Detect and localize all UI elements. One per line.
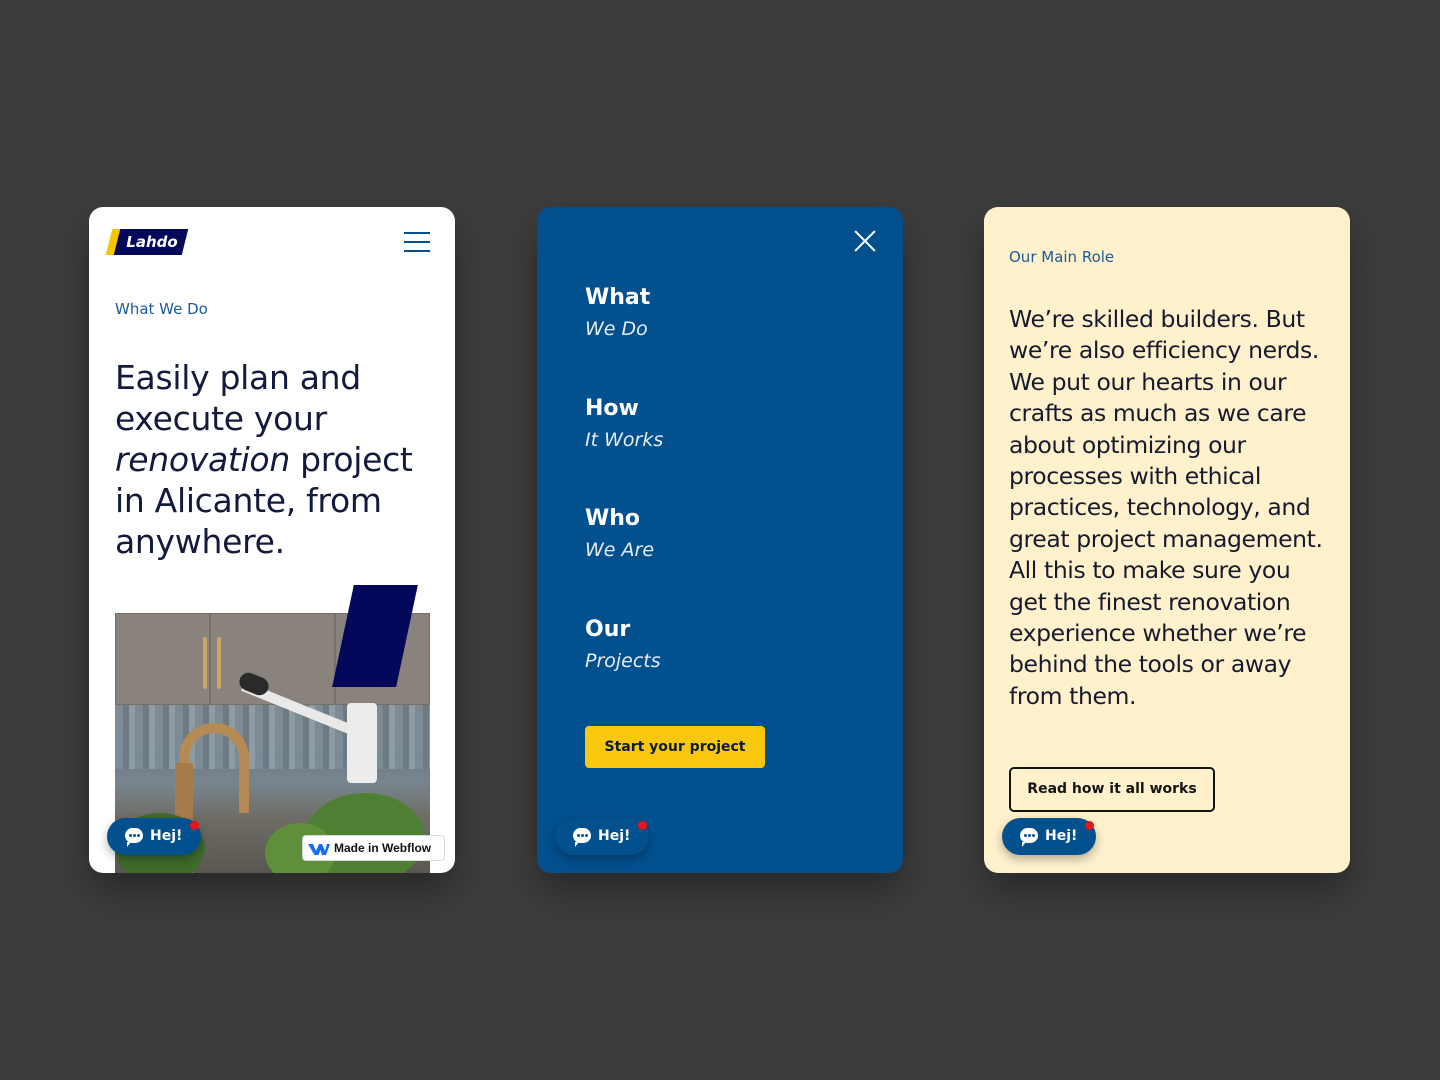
nav-item-main: What — [585, 285, 651, 310]
tile-backsplash — [115, 705, 430, 769]
cabinet-handle — [203, 637, 207, 689]
headline-part-1: Easily plan and execute your — [115, 358, 361, 438]
chat-launcher-button[interactable]: Hej! — [1002, 818, 1096, 855]
webflow-badge-label: Made in Webflow — [334, 841, 432, 855]
headline-emphasis: renovation — [115, 440, 290, 479]
cabinet-door — [115, 613, 210, 705]
lahdo-logo[interactable]: Lahdo — [105, 229, 189, 255]
chat-label: Hej! — [1045, 828, 1078, 844]
hamburger-line — [404, 250, 430, 252]
nav-item-main: Who — [585, 506, 641, 531]
nav-item-what-we-do[interactable]: What We Do — [585, 284, 650, 346]
close-icon[interactable] — [853, 229, 877, 253]
chat-label: Hej! — [150, 828, 183, 844]
notification-dot — [1085, 821, 1094, 830]
hamburger-line — [404, 232, 430, 234]
notification-dot — [190, 821, 199, 830]
nav-item-who-we-are[interactable]: Who We Are — [585, 505, 654, 567]
hamburger-icon[interactable] — [404, 232, 430, 252]
logo-text: Lahdo — [126, 233, 178, 251]
role-description: We’re skilled builders. But we’re also e… — [1009, 305, 1323, 710]
home-screen-card: Lahdo What We Do Easily plan and execute… — [89, 207, 455, 873]
nav-item-sub: Projects — [585, 650, 661, 672]
made-in-webflow-badge[interactable]: Made in Webflow — [302, 835, 445, 861]
chat-bubble-icon — [125, 828, 143, 847]
juicer-press — [347, 703, 377, 783]
section-eyebrow: Our Main Role — [1009, 248, 1115, 266]
chat-bubble-icon — [1020, 828, 1038, 847]
chat-launcher-button[interactable]: Hej! — [107, 818, 201, 855]
nav-item-our-projects[interactable]: Our Projects — [585, 616, 661, 678]
section-eyebrow: What We Do — [115, 300, 208, 318]
webflow-logo-icon — [308, 844, 330, 855]
hero-headline: Easily plan and execute your renovation … — [115, 357, 415, 562]
hamburger-line — [404, 241, 430, 243]
chat-bubble-icon — [573, 828, 591, 847]
start-project-button[interactable]: Start your project — [585, 726, 765, 768]
nav-item-main: Our — [585, 617, 631, 642]
chat-launcher-button[interactable]: Hej! — [555, 818, 649, 855]
cabinet-door — [210, 613, 335, 705]
nav-item-sub: It Works — [585, 429, 664, 451]
chat-label: Hej! — [598, 828, 631, 844]
nav-item-sub: We Are — [585, 539, 655, 561]
cabinet-handle — [217, 637, 221, 689]
nav-item-sub: We Do — [585, 318, 648, 340]
notification-dot — [638, 821, 647, 830]
role-screen-card: Our Main Role We’re skilled builders. Bu… — [984, 207, 1350, 873]
nav-item-how-it-works[interactable]: How It Works — [585, 395, 663, 457]
nav-item-main: How — [585, 396, 639, 421]
read-how-it-works-button[interactable]: Read how it all works — [1009, 767, 1215, 812]
menu-screen-card: What We Do How It Works Who We Are Our P… — [537, 207, 903, 873]
